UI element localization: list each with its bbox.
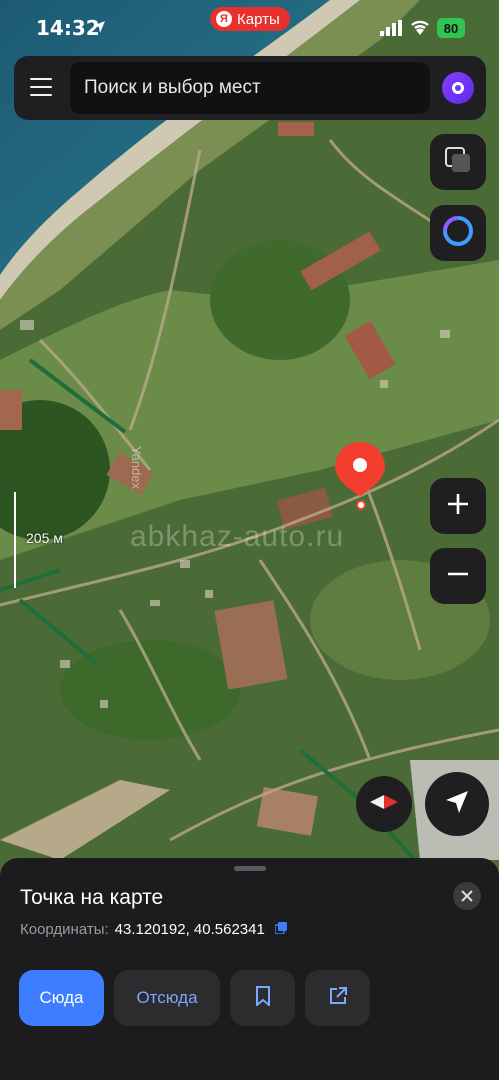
- status-time: 14:32: [36, 16, 100, 40]
- share-button[interactable]: [305, 970, 370, 1026]
- provider-mark: Yandex: [129, 446, 144, 490]
- scale-bar: [14, 492, 16, 588]
- coordinates-label: Координаты:: [20, 921, 109, 938]
- app-pill-label: Карты: [237, 10, 280, 28]
- route-to-here-button[interactable]: Сюда: [19, 970, 104, 1026]
- layers-icon: [445, 146, 471, 178]
- layers-button[interactable]: [430, 134, 486, 190]
- location-arrow-icon: [92, 20, 106, 39]
- my-location-button[interactable]: [425, 772, 489, 836]
- yandex-logo: Я: [216, 11, 232, 27]
- route-from-here-button[interactable]: Отсюда: [114, 970, 220, 1026]
- share-icon: [328, 986, 348, 1011]
- search-input[interactable]: Поиск и выбор мест: [70, 62, 430, 114]
- status-bar: 14:32 Я Карты 80: [0, 0, 499, 56]
- map-pin-icon[interactable]: [333, 440, 389, 517]
- search-bar: Поиск и выбор мест: [14, 56, 486, 120]
- sheet-grabber[interactable]: [234, 866, 266, 871]
- copy-icon[interactable]: [274, 921, 287, 938]
- bookmark-button[interactable]: [230, 970, 295, 1026]
- back-to-app-pill[interactable]: Я Карты: [210, 7, 290, 31]
- compass-button[interactable]: [356, 776, 412, 832]
- signal-icon: [380, 20, 402, 41]
- watermark: abkhaz-auto.ru: [130, 520, 345, 553]
- scale-label: 205 м: [26, 530, 63, 546]
- bookmark-icon: [254, 985, 272, 1011]
- coordinates-row: Координаты: 43.120192, 40.562341: [20, 921, 287, 938]
- coordinates-value[interactable]: 43.120192, 40.562341: [115, 921, 265, 938]
- zoom-in-icon: [446, 492, 470, 521]
- card-actions: Сюда Отсюда: [19, 970, 370, 1026]
- alice-bubble-button[interactable]: [430, 205, 486, 261]
- alice-icon[interactable]: [442, 72, 474, 104]
- battery-indicator: 80: [437, 18, 465, 38]
- close-icon[interactable]: [453, 882, 481, 910]
- compass-icon: [367, 792, 401, 817]
- place-title: Точка на карте: [20, 886, 164, 909]
- zoom-out-button[interactable]: [430, 548, 486, 604]
- place-card: Точка на карте Координаты: 43.120192, 40…: [0, 858, 499, 1080]
- my-location-icon: [444, 789, 470, 820]
- menu-icon[interactable]: [30, 78, 52, 96]
- wifi-icon: [410, 19, 430, 40]
- alice-bubble-icon: [442, 215, 474, 252]
- zoom-out-icon: [446, 562, 470, 591]
- zoom-in-button[interactable]: [430, 478, 486, 534]
